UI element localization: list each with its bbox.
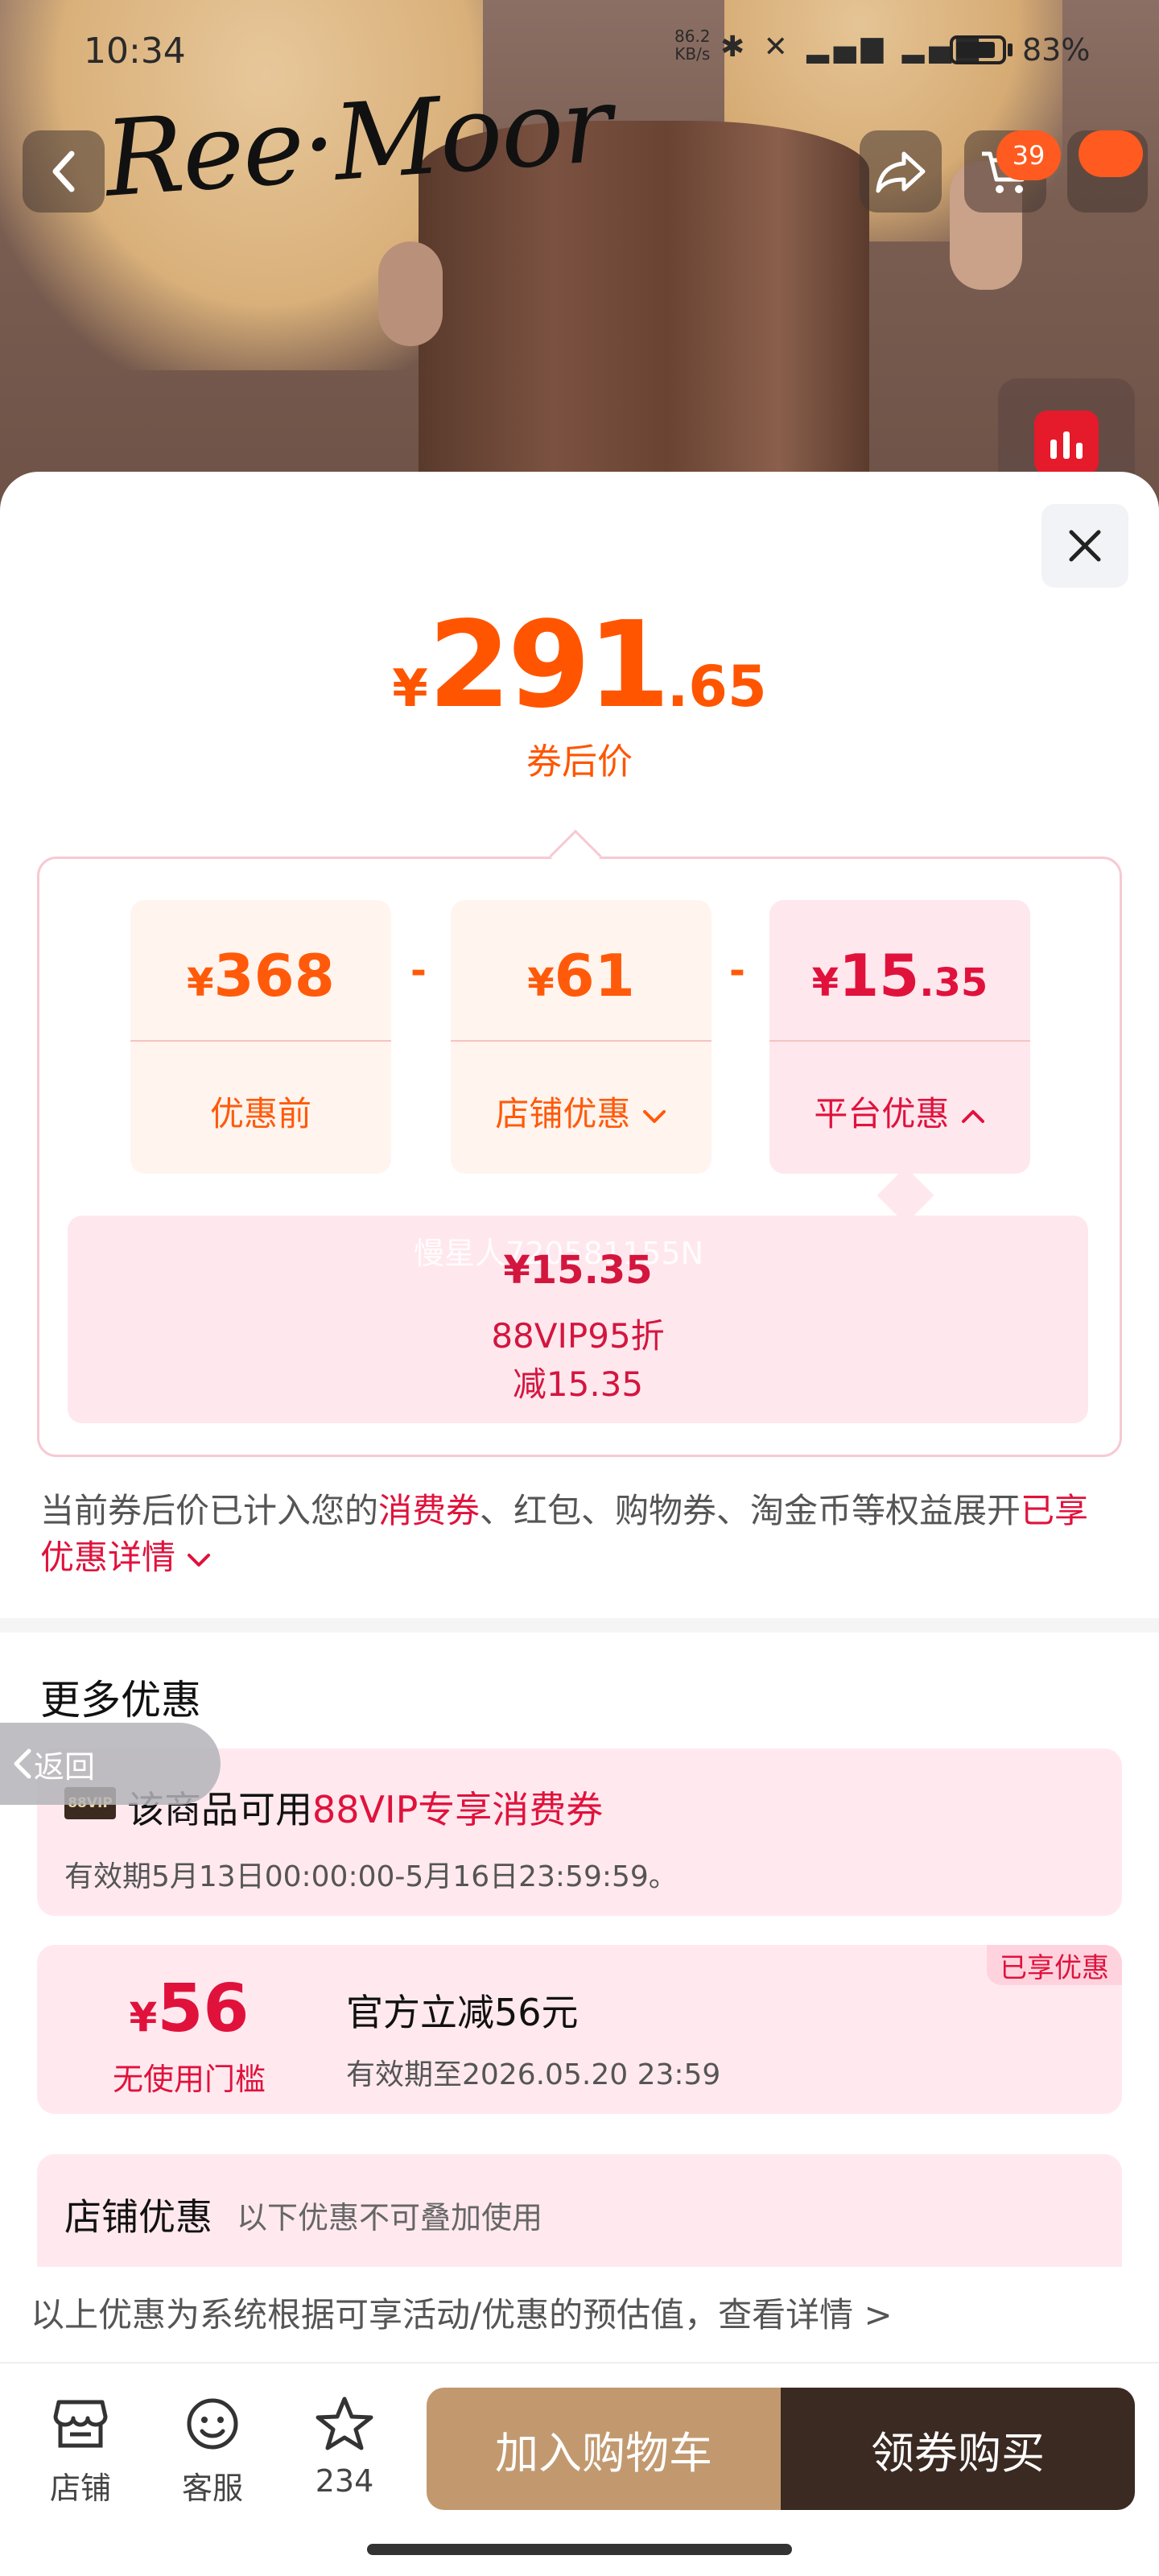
favorite-count: 234 [315,2463,374,2499]
share-icon [876,151,926,193]
official-coupon-validity: 有效期至2026.05.20 23:59 [346,2058,721,2091]
close-icon [1069,530,1101,562]
enjoyed-badge: 已享优惠 [987,1945,1122,1985]
close-button[interactable] [1041,504,1128,588]
official-coupon-name: 官方立减56元 [346,1991,579,2034]
shop-discount-label-row: 店铺优惠 [451,1087,711,1136]
shop-tab-label: 店铺 [49,2471,111,2506]
detail-name: 88VIP95折 [491,1316,665,1356]
estimate-disclaimer[interactable]: 以上优惠为系统根据可享活动/优惠的预估值，查看详情 > [0,2267,1159,2362]
cart-count-badge: 39 [996,130,1061,180]
shop-tab[interactable]: 店铺 [32,2391,129,2508]
original-price-card: ¥368 优惠前 [130,900,391,1174]
detail-sub: 减15.35 [512,1364,644,1404]
chevron-up-icon [961,1109,984,1123]
vip-coupon-validity: 有效期5月13日00:00:00-5月16日23:59:59。 [64,1860,678,1893]
signal-icons: ✱ ✕ ▂▄▆ ▂▄▆ [720,31,984,64]
platform-discount-detail: 慢星人720581155N ¥15.35 88VIP95折 减15.35 [68,1216,1088,1423]
detail-amount: ¥15.35 [503,1248,653,1293]
platform-discount-label-row: 平台优惠 [769,1087,1030,1136]
note-text: 当前券后价已计入您的 [40,1491,379,1530]
add-to-cart-button[interactable]: 加入购物车 [427,2388,781,2510]
share-button[interactable] [860,130,942,213]
shop-offers-subtitle: 以下优惠不可叠加使用 [237,2200,543,2235]
star-icon [316,2396,373,2450]
service-tab[interactable]: 客服 [164,2391,261,2508]
official-coupon-threshold: 无使用门槛 [112,2062,266,2097]
shop-offers-card: 店铺优惠 以下优惠不可叠加使用 [37,2154,1122,2267]
chevron-down-icon [642,1109,666,1123]
net-speed-value: 86.2 [674,27,711,46]
chevron-down-icon[interactable] [186,1550,212,1570]
chevron-left-icon [14,1748,31,1779]
official-coupon-amount: ¥56 [129,1971,250,2047]
favorite-tab[interactable]: 234 [296,2391,393,2499]
shop-discount-label: 店铺优惠 [495,1094,631,1133]
note-text: 、红包、购物券、淘金币等权益展开 [480,1491,1021,1530]
battery-tip [1008,43,1013,56]
more-offers-title: 更多优惠 [40,1677,201,1724]
price-caption: 券后价 [526,741,633,782]
store-icon [53,2400,108,2448]
section-divider [0,1618,1159,1633]
chevron-left-icon [52,151,75,192]
price-currency: ¥ [392,659,428,719]
platform-discount-amount: ¥15.35 [811,942,988,1009]
original-price-amount: ¥368 [187,942,335,1009]
live-icon [1034,411,1099,475]
home-indicator[interactable] [367,2544,792,2555]
final-price: ¥291.65 [0,596,1159,734]
price-decimal: .65 [666,654,767,720]
price-integer: 291 [427,596,670,734]
minus-sign: - [410,948,427,993]
consumer-coupon-link[interactable]: 消费券 [378,1491,480,1530]
shop-discount-card[interactable]: ¥61 店铺优惠 [451,900,711,1174]
buy-with-coupon-button[interactable]: 领券购买 [781,2388,1135,2510]
platform-discount-card[interactable]: ¥15.35 平台优惠 [769,900,1030,1174]
original-price-label: 优惠前 [209,1094,311,1133]
hand-left [378,242,443,346]
net-speed: 86.2 KB/s [674,27,711,63]
shop-discount-amount: ¥61 [527,942,635,1009]
disclaimer-text[interactable]: 以上优惠为系统根据可享活动/优惠的预估值，查看详情 > [31,2288,893,2337]
platform-discount-label: 平台优惠 [814,1094,950,1133]
floating-back-button[interactable]: 返回 [0,1723,221,1805]
service-tab-label: 客服 [181,2471,243,2506]
back-button[interactable] [23,130,105,213]
smile-icon [187,2398,238,2450]
card-divider [769,1040,1030,1042]
battery-percent: 83% [1022,32,1091,68]
official-coupon-card[interactable]: 已享优惠 ¥56 无使用门槛 官方立减56元 有效期至2026.05.20 23… [37,1945,1122,2114]
card-divider [451,1040,711,1042]
more-icon[interactable] [1079,130,1143,177]
battery-icon [950,35,1006,64]
shop-offers-title: 店铺优惠 [64,2195,212,2239]
price-note: 当前券后价已计入您的消费券、红包、购物券、淘金币等权益展开已享优惠详情 [40,1488,1119,1581]
floating-back-label: 返回 [34,1748,96,1785]
card-divider [130,1040,391,1042]
status-time: 10:34 [84,31,186,72]
net-speed-unit: KB/s [674,44,711,64]
minus-sign: - [729,948,745,993]
